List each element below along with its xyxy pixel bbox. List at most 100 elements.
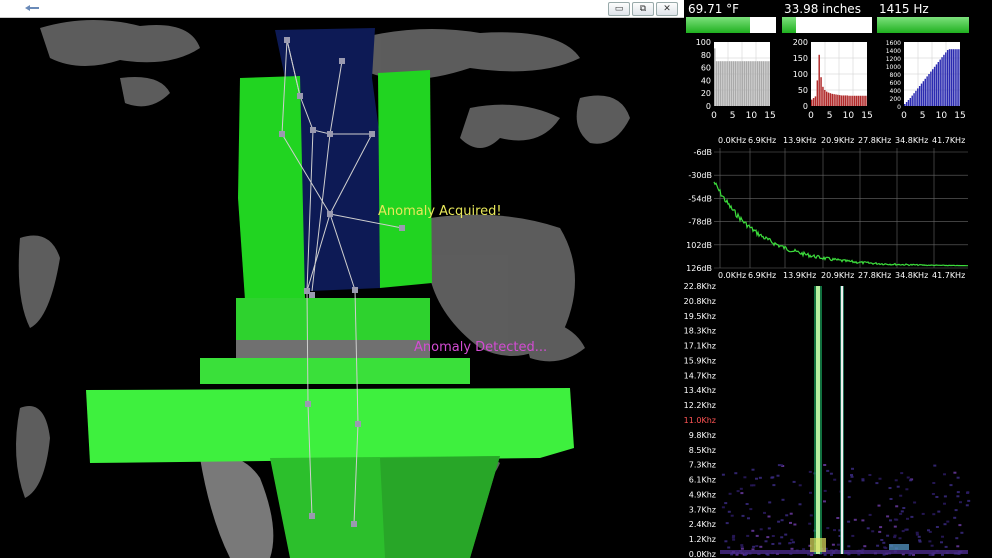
frequency-histogram-bar	[948, 49, 951, 106]
frequency-histogram-bar	[954, 49, 956, 106]
spectrogram-y-tick: 17.1Khz	[684, 342, 716, 351]
distance-histogram-bar	[827, 92, 830, 106]
distance-histogram-bar	[825, 91, 828, 106]
temperature-histogram-bar	[715, 61, 718, 106]
x-tick-label: 0	[808, 111, 814, 121]
spectrum-x-tick-bottom: 41.7KHz	[932, 271, 965, 278]
temperature-histogram-bar	[766, 61, 768, 106]
grey-band-region	[236, 340, 430, 358]
depth-scene	[16, 19, 630, 558]
window-titlebar: ▭ ⧉ ✕	[0, 0, 684, 18]
table-surface-region	[86, 388, 574, 463]
distance-histogram-bar	[835, 94, 837, 106]
temperature-histogram-bar	[725, 61, 727, 106]
frequency-histogram-bar	[913, 93, 915, 106]
spectrogram-y-tick: 20.8Khz	[684, 297, 716, 306]
x-tick-label: 10	[746, 111, 758, 121]
frequency-value: 1415 Hz	[879, 2, 929, 16]
spectrum-curve	[713, 181, 968, 267]
sensor-panel: 69.71 °F 33.98 inches 1415 Hz 100 80 60 40 2…	[684, 0, 992, 558]
distance-histogram-bar	[812, 98, 815, 106]
frequency-histogram-bar	[907, 100, 910, 106]
anomaly-detected-label: Anomaly Detected...	[414, 340, 548, 355]
distance-histogram-bar	[820, 77, 822, 106]
frequency-histogram-bar	[952, 49, 954, 106]
distance-histogram-bar	[861, 95, 863, 106]
temperature-histogram-bar	[728, 61, 731, 106]
spectrogram-y-tick: 18.3Khz	[684, 327, 716, 336]
frequency-histogram-bar	[956, 49, 958, 106]
spectrum-x-tick-bottom: 6.9KHz	[748, 271, 776, 278]
restore-button[interactable]: ⧉	[632, 2, 654, 16]
temperature-histogram-bar	[717, 61, 720, 106]
spectrum-x-tick-top: 41.7KHz	[932, 136, 965, 145]
temperature-histogram-bar	[768, 61, 770, 106]
spectrum-x-tick-bottom: 34.8KHz	[895, 271, 928, 278]
frequency-histogram-bar	[928, 74, 930, 106]
x-tick-label: 5	[730, 111, 736, 121]
y-tick-label: 200	[890, 96, 902, 103]
y-tick-label: 200	[793, 38, 808, 47]
app-icon	[25, 5, 39, 11]
spectrum-y-tick: -30dB	[688, 171, 712, 180]
y-tick-label: 60	[701, 64, 711, 73]
temperature-histogram-bar	[730, 61, 733, 106]
x-tick-label: 0	[711, 111, 717, 121]
y-tick-label: 1600	[886, 40, 901, 47]
temperature-histogram-bar	[747, 61, 750, 106]
distance-histogram-bar	[818, 54, 820, 106]
x-tick-label: 10	[843, 111, 855, 121]
frequency-histogram-bar	[950, 49, 953, 106]
temperature-value: 69.71 °F	[688, 2, 740, 16]
spectrogram-y-tick: 9.8Khz	[689, 431, 716, 440]
spectrum-x-tick-top: 34.8KHz	[895, 136, 928, 145]
frequency-histogram-bar	[943, 54, 945, 106]
temperature-histogram-bar	[758, 61, 761, 106]
y-tick-label: 150	[793, 54, 808, 63]
distance-histogram-bar	[853, 95, 856, 106]
spectrum-y-tick: -78dB	[688, 218, 712, 227]
frequency-histogram-bar	[946, 50, 949, 106]
middle-band-region	[236, 298, 430, 340]
distance-histogram-bar	[844, 95, 847, 106]
y-tick-label: 1200	[886, 56, 901, 63]
frequency-histogram: 160014001200100080060040020000 5 10 15	[886, 40, 966, 121]
distance-bar-fill	[782, 17, 797, 33]
left-column-region	[238, 76, 305, 300]
temperature-histogram-bar	[732, 61, 735, 106]
temperature-histogram-bar	[743, 61, 746, 106]
distance-histogram-bar	[863, 95, 865, 106]
spectrum-x-tick-top: 13.9KHz	[783, 136, 816, 145]
distance-histogram-bar	[842, 95, 845, 106]
temperature-histogram-bar	[727, 61, 729, 106]
spectrogram-y-tick: 0.0Khz	[689, 550, 716, 558]
spectrogram-y-tick: 4.9Khz	[689, 490, 716, 499]
distance-sensor: 33.98 inches	[782, 2, 872, 33]
frequency-histogram-bar	[939, 59, 941, 106]
anomaly-acquired-label: Anomaly Acquired!	[378, 204, 502, 219]
minimize-button[interactable]: ▭	[608, 2, 630, 16]
spectrogram-y-tick: 15.9Khz	[684, 356, 716, 365]
distance-histogram-bar	[839, 95, 841, 106]
distance-histogram-bar	[848, 95, 850, 106]
distance-value: 33.98 inches	[784, 2, 861, 16]
spectrum-x-tick-top: 6.9KHz	[748, 136, 776, 145]
spectrogram-y-tick: 7.3Khz	[689, 461, 716, 470]
x-tick-label: 10	[936, 111, 948, 121]
x-tick-label: 5	[920, 111, 926, 121]
distance-histogram-bar	[855, 95, 858, 106]
spectrum-y-tick: -6dB	[693, 148, 712, 157]
temperature-bar-fill	[686, 17, 750, 33]
frequency-histogram-bar	[920, 83, 923, 106]
temperature-histogram-bar	[755, 61, 757, 106]
y-tick-label: 0	[706, 102, 711, 111]
distance-histogram-bar	[865, 95, 867, 106]
temperature-histogram-bar	[721, 61, 723, 106]
spectrogram-y-tick: 22.8Khz	[684, 282, 716, 291]
x-tick-label: 15	[954, 111, 965, 121]
spectrum-x-tick-bottom: 0.0KHz	[718, 271, 746, 278]
distance-histogram-bar	[846, 95, 848, 106]
close-button[interactable]: ✕	[656, 2, 678, 16]
frequency-histogram-bar	[918, 86, 921, 106]
y-tick-label: 400	[890, 88, 902, 95]
